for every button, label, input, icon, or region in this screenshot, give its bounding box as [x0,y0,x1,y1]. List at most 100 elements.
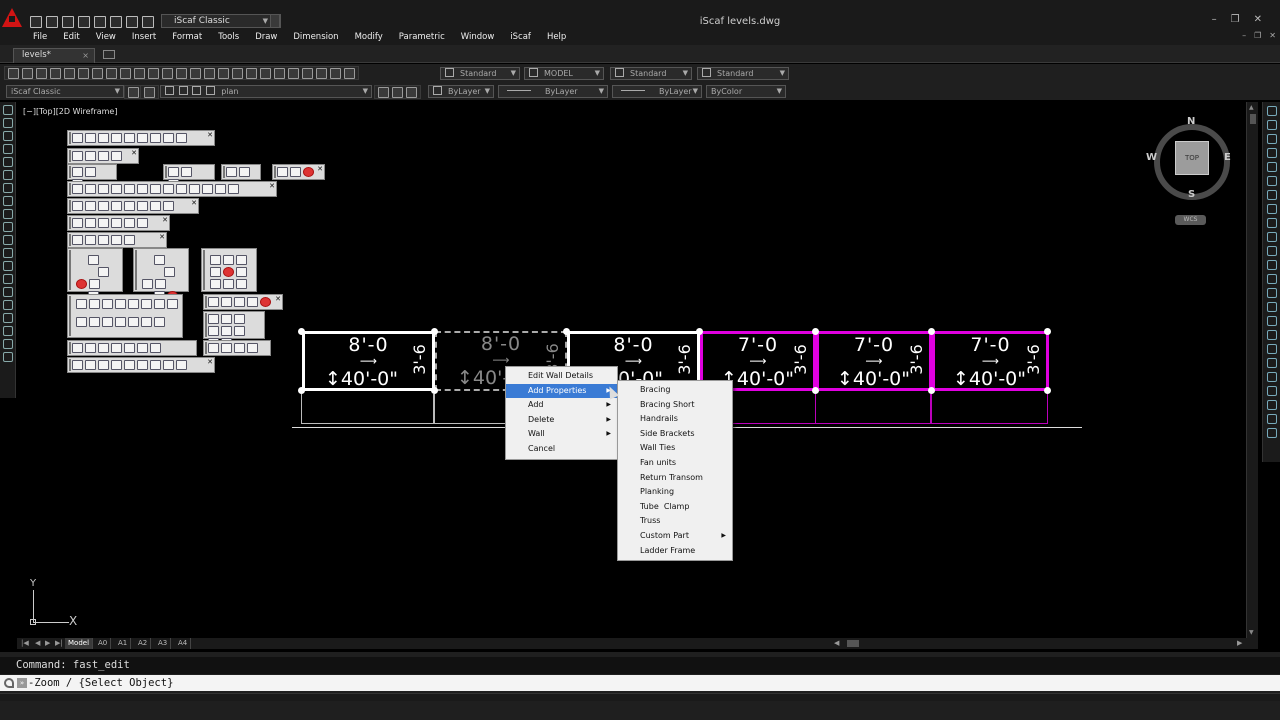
iscaf-12c-icon[interactable] [98,360,109,370]
iscaf-9f-icon[interactable] [234,326,245,336]
close-icon[interactable]: ✕ [131,149,137,157]
submenu-item-truss[interactable]: Truss [618,514,732,529]
menu-item-cancel[interactable]: Cancel [506,442,617,457]
iscaf-12e-icon[interactable] [124,360,135,370]
command-input[interactable]: -Zoom / {Select Object} [28,675,173,691]
iscaf-sheet-icon[interactable] [124,235,135,245]
brace3-remove-icon[interactable] [223,267,234,277]
polyline-icon[interactable] [3,131,13,141]
iscaf-copy-bay-icon[interactable] [290,167,301,177]
iscaf-render-icon[interactable] [137,218,148,228]
grip-point[interactable] [431,328,438,335]
iscaf-9a-icon[interactable] [208,314,219,324]
revision-cloud-icon[interactable] [3,196,13,206]
compass-east[interactable]: E [1224,152,1231,163]
circle-icon[interactable] [3,183,13,193]
design-center-icon[interactable] [274,68,285,79]
scaffold-panel-5[interactable]: 7'-0 ⟶ ↕40'-0" 3'-6 [816,331,932,391]
submenu-item-tube-clamp[interactable]: Tube Clamp [618,500,732,515]
line-icon[interactable] [3,105,13,115]
iscaf-mirror-icon[interactable] [189,184,200,194]
tie-d-icon[interactable] [115,299,126,309]
viewcube[interactable]: TOP N S E W [1146,116,1234,202]
menu-format[interactable]: Format [169,30,205,45]
table-icon[interactable] [3,326,13,336]
iscaf-jack-icon[interactable] [98,184,109,194]
layer-states-icon[interactable] [406,87,417,98]
close-icon[interactable]: ✕ [269,182,275,190]
submenu-item-ladder-frame[interactable]: Ladder Frame [618,544,732,559]
scaffold-panel-1[interactable]: 8'-0 ⟶ ↕40'-0" 3'-6 [302,331,435,391]
menu-file[interactable]: File [30,30,50,45]
text-style-dropdown[interactable]: Standard ▼ [440,67,520,80]
submenu-item-bracing[interactable]: Bracing [618,383,732,398]
plotstyle-control-dropdown[interactable]: ByColor ▼ [706,85,786,98]
brace2-top-icon[interactable] [154,255,165,265]
layout-tab-a4[interactable]: A4 [175,638,192,649]
brace3-f-icon[interactable] [210,279,221,289]
open-icon[interactable] [22,68,33,79]
plot-preview-icon[interactable] [64,68,75,79]
prev-layout-icon[interactable]: ◀ [35,639,40,647]
tie-m-icon[interactable] [128,317,139,327]
compass-south[interactable]: S [1188,189,1195,200]
iscaf-grid-view-icon[interactable] [98,235,109,245]
dim-style-dropdown[interactable]: MODEL ▼ [524,67,604,80]
tie-i-icon[interactable] [76,317,87,327]
iscaf-export-icon[interactable] [124,133,135,143]
grip-point[interactable] [298,328,305,335]
file-tab-levels[interactable]: levels* × [13,48,95,63]
menu-item-add[interactable]: Add ▶ [506,398,617,413]
mirror-icon[interactable] [1267,134,1277,144]
menu-parametric[interactable]: Parametric [396,30,448,45]
make-object-layer-current-icon[interactable] [378,87,389,98]
menu-item-delete[interactable]: Delete ▶ [506,413,617,428]
brace3-g-icon[interactable] [223,279,234,289]
workspace-settings-icon[interactable] [128,87,139,98]
copy-object-icon[interactable] [1267,120,1277,130]
scroll-left-icon[interactable]: ◀ [834,639,839,647]
point-icon[interactable] [3,274,13,284]
color-control-dropdown[interactable]: ByLayer ▼ [428,85,494,98]
tool-palettes-icon[interactable] [288,68,299,79]
iscaf-transom-icon[interactable] [239,167,250,177]
array-icon[interactable] [1267,162,1277,172]
draworder-icon[interactable] [1267,358,1277,368]
rectangle-icon[interactable] [3,157,13,167]
help-icon[interactable] [344,68,355,79]
iscaf-10e-icon[interactable] [124,343,135,353]
tie-g-icon[interactable] [154,299,165,309]
iscaf-view-icon[interactable] [72,218,83,228]
menu-window[interactable]: Window [458,30,498,45]
iscaf-coupler-icon[interactable] [111,184,122,194]
grip-point[interactable] [696,328,703,335]
join-icon[interactable] [1267,288,1277,298]
menu-dimension[interactable]: Dimension [290,30,341,45]
iscaf-align-icon[interactable] [150,184,161,194]
iscaf-bay-icon[interactable] [85,167,96,177]
last-layout-icon[interactable]: ▶| [55,639,63,647]
restore-button[interactable]: ❐ [1231,14,1240,25]
iscaf-guard-icon[interactable] [221,297,232,307]
minimize-button[interactable]: – [1212,14,1217,25]
menu-tools[interactable]: Tools [215,30,242,45]
iscaf-copy-icon[interactable] [202,184,213,194]
iscaf-10d-icon[interactable] [111,343,122,353]
brace3-a-icon[interactable] [210,255,221,265]
iscaf-g-icon[interactable] [150,201,161,211]
iscaf-d-icon[interactable] [111,201,122,211]
compass-west[interactable]: W [1146,152,1157,163]
viewport-controls-label[interactable]: [−][Top][2D Wireframe] [23,107,117,116]
grip-point[interactable] [812,387,819,394]
save-icon[interactable] [36,68,47,79]
layout-tab-a2[interactable]: A2 [135,638,152,649]
iscaf-schedule-icon[interactable] [163,133,174,143]
brace2-mid-icon[interactable] [142,279,153,289]
erase-icon[interactable] [1267,106,1277,116]
paste-icon[interactable] [134,68,145,79]
iscaf-base-icon[interactable] [85,184,96,194]
lineweight-control-dropdown[interactable]: ByLayer ▼ [612,85,702,98]
viewcube-top-face[interactable]: TOP [1175,141,1209,175]
iscaf-e-icon[interactable] [124,201,135,211]
multileader-style-dropdown[interactable]: Standard ▼ [697,67,789,80]
